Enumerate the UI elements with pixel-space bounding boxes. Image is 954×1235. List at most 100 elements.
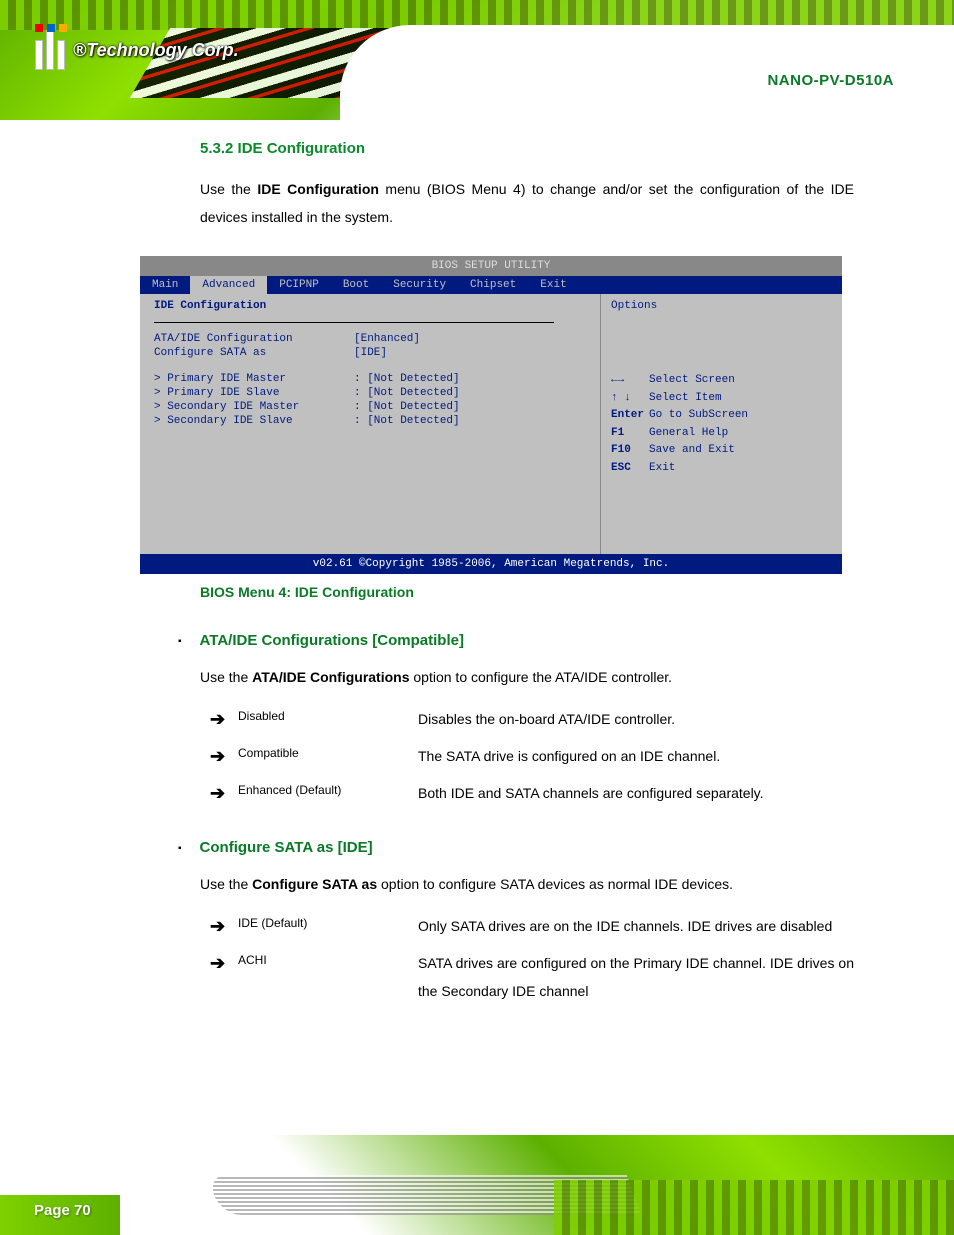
option-desc: The SATA drive is configured on an IDE c…	[418, 742, 854, 770]
bios-drive-value: : [Not Detected]	[354, 387, 460, 399]
option-desc: SATA drives are configured on the Primar…	[418, 949, 854, 1005]
option-row: ➔ Compatible The SATA drive is configure…	[210, 742, 854, 771]
arrow-right-icon: ➔	[210, 779, 238, 808]
item-description: Use the Configure SATA as option to conf…	[200, 870, 854, 898]
text: Use the	[200, 876, 252, 892]
text: option to configure SATA devices as norm…	[377, 876, 733, 892]
arrow-right-icon: ➔	[210, 949, 238, 978]
option-row: ➔ Enhanced (Default) Both IDE and SATA c…	[210, 779, 854, 808]
bios-drive-row: Primary IDE Master : [Not Detected]	[154, 373, 586, 385]
header-banner: ®Technology Corp. NANO-PV-D510A	[0, 0, 954, 120]
option-row: ➔ IDE (Default) Only SATA drives are on …	[210, 912, 854, 941]
text: Use the	[200, 181, 257, 197]
bios-key-label: Select Item	[649, 392, 722, 404]
bios-option-key: Configure SATA as	[154, 347, 354, 359]
bios-key-row: ESCExit	[611, 460, 832, 478]
brand-logo: ®Technology Corp.	[35, 30, 239, 70]
page-content: 5.3.2 IDE Configuration Use the IDE Conf…	[0, 140, 954, 1013]
option-desc: Disables the on-board ATA/IDE controller…	[418, 705, 854, 733]
option-name: Compatible	[238, 742, 418, 760]
bios-drive-key: Secondary IDE Master	[154, 401, 354, 413]
option-desc: Only SATA drives are on the IDE channels…	[418, 912, 854, 940]
bios-key-legend: ←→Select Screen ↑ ↓Select Item EnterGo t…	[611, 372, 832, 478]
footer-banner: Page 70	[0, 1135, 954, 1235]
option-name: IDE (Default)	[238, 912, 418, 930]
arrow-lr-icon: ←→	[611, 372, 649, 390]
option-row: ➔ Disabled Disables the on-board ATA/IDE…	[210, 705, 854, 734]
bios-drive-row: Secondary IDE Master : [Not Detected]	[154, 401, 586, 413]
bios-option-row: Configure SATA as [IDE]	[154, 347, 586, 359]
logo-bars-icon	[35, 30, 65, 70]
bios-key-label: Select Screen	[649, 374, 735, 386]
option-row: ➔ ACHI SATA drives are configured on the…	[210, 949, 854, 1005]
bios-tab: Chipset	[458, 276, 528, 294]
bios-tab: Security	[381, 276, 458, 294]
bios-tab: PCIPNP	[267, 276, 331, 294]
bios-options-pane: IDE Configuration ATA/IDE Configuration …	[140, 294, 600, 554]
arrow-right-icon: ➔	[210, 742, 238, 771]
arrow-ud-icon: ↑ ↓	[611, 390, 649, 408]
text-bold: ATA/IDE Configurations	[252, 669, 409, 685]
bios-key-label: General Help	[649, 427, 728, 439]
item-description: Use the ATA/IDE Configurations option to…	[200, 663, 854, 691]
bios-key-row: EnterGo to SubScreen	[611, 407, 832, 425]
bios-tab-bar: Main Advanced PCIPNP Boot Security Chips…	[140, 276, 842, 294]
bios-help-pane: Options ←→Select Screen ↑ ↓Select Item E…	[600, 294, 842, 554]
bios-option-value: [IDE]	[354, 347, 387, 359]
key-enter: Enter	[611, 407, 649, 425]
bios-menu-screenshot: BIOS SETUP UTILITY Main Advanced PCIPNP …	[140, 256, 842, 574]
page-number: Page 70	[34, 1202, 91, 1219]
bios-title-bar: BIOS SETUP UTILITY	[140, 256, 842, 276]
option-name: Enhanced (Default)	[238, 779, 418, 797]
text: Use the	[200, 669, 252, 685]
arrow-right-icon: ➔	[210, 912, 238, 941]
item-heading: Configure SATA as [IDE]	[178, 839, 854, 856]
bios-tab-active: Advanced	[190, 276, 267, 294]
option-table: ➔ Disabled Disables the on-board ATA/IDE…	[210, 705, 854, 807]
option-table: ➔ IDE (Default) Only SATA drives are on …	[210, 912, 854, 1005]
bios-drive-value: : [Not Detected]	[354, 401, 460, 413]
bios-key-row: ←→Select Screen	[611, 372, 832, 390]
bios-help-text: Options	[611, 300, 832, 312]
bios-drive-row: Secondary IDE Slave : [Not Detected]	[154, 415, 586, 427]
text-bold: IDE Configuration	[257, 181, 379, 197]
decorative-circuit	[554, 1180, 954, 1235]
bios-drive-key: Primary IDE Master	[154, 373, 354, 385]
bios-drive-key: Primary IDE Slave	[154, 387, 354, 399]
logo-dots-icon	[35, 24, 67, 32]
model-name: NANO-PV-D510A	[767, 72, 894, 89]
option-name: Disabled	[238, 705, 418, 723]
bios-key-row: ↑ ↓Select Item	[611, 390, 832, 408]
key-f10: F10	[611, 442, 649, 460]
bios-option-key: ATA/IDE Configuration	[154, 333, 354, 345]
bios-heading: IDE Configuration	[154, 300, 586, 312]
text: option to configure the ATA/IDE controll…	[410, 669, 673, 685]
bios-drive-value: : [Not Detected]	[354, 415, 460, 427]
bios-footer: v02.61 ©Copyright 1985-2006, American Me…	[140, 554, 842, 574]
bios-tab: Boot	[331, 276, 381, 294]
text-bold: Configure SATA as	[252, 876, 377, 892]
intro-paragraph: Use the IDE Configuration menu (BIOS Men…	[200, 175, 854, 231]
arrow-right-icon: ➔	[210, 705, 238, 734]
section-title: 5.3.2 IDE Configuration	[200, 140, 854, 157]
key-f1: F1	[611, 425, 649, 443]
bios-key-label: Exit	[649, 462, 675, 474]
bios-tab: Exit	[528, 276, 578, 294]
bios-body: IDE Configuration ATA/IDE Configuration …	[140, 294, 842, 554]
bios-option-value: [Enhanced]	[354, 333, 420, 345]
option-name: ACHI	[238, 949, 418, 967]
bios-option-row: ATA/IDE Configuration [Enhanced]	[154, 333, 586, 345]
item-heading: ATA/IDE Configurations [Compatible]	[178, 632, 854, 649]
bios-tab: Main	[140, 276, 190, 294]
logo-text: ®Technology Corp.	[73, 40, 239, 61]
bios-drive-key: Secondary IDE Slave	[154, 415, 354, 427]
key-esc: ESC	[611, 460, 649, 478]
bios-key-row: F10Save and Exit	[611, 442, 832, 460]
bios-key-label: Save and Exit	[649, 444, 735, 456]
bios-drive-value: : [Not Detected]	[354, 373, 460, 385]
bios-key-row: F1General Help	[611, 425, 832, 443]
bios-caption: BIOS Menu 4: IDE Configuration	[200, 584, 854, 600]
bios-drive-row: Primary IDE Slave : [Not Detected]	[154, 387, 586, 399]
bios-key-label: Go to SubScreen	[649, 409, 748, 421]
divider	[154, 322, 554, 323]
